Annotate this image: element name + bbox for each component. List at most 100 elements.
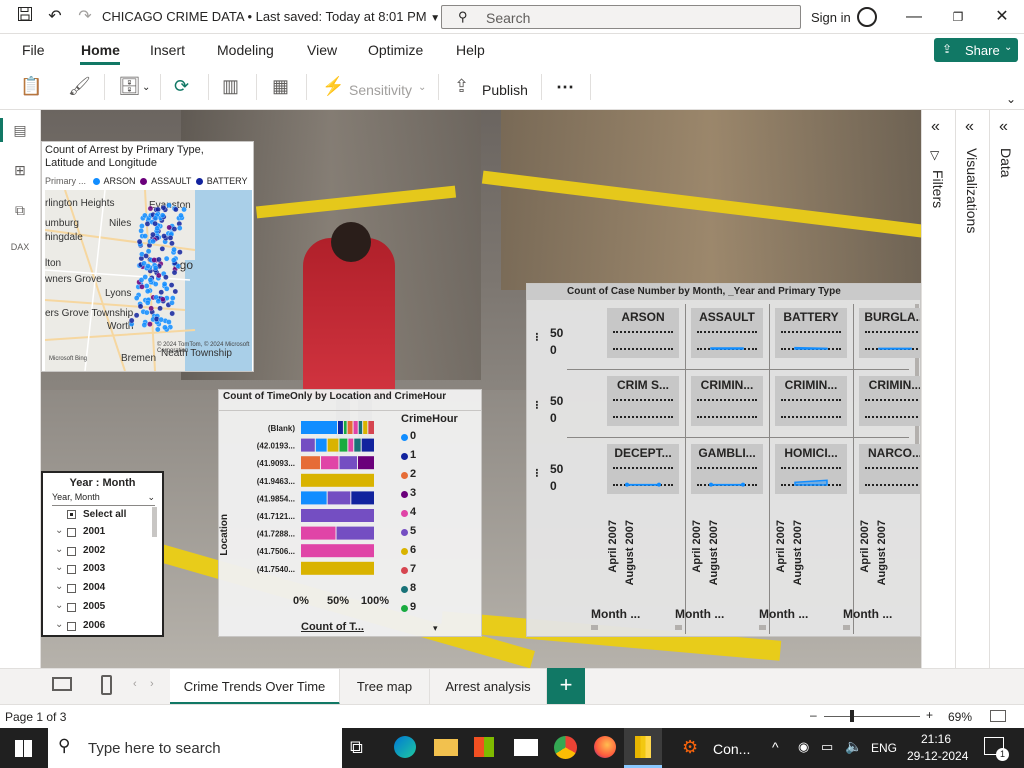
bar-segment[interactable] [353, 421, 358, 434]
menu-help[interactable]: Help [456, 42, 485, 58]
bar-plot[interactable]: (Blank) (42.0193... (41.9093... (41.9463...… [219, 412, 482, 637]
year-checkbox[interactable] [67, 565, 76, 575]
bar-segment[interactable] [327, 438, 339, 452]
bar-segment[interactable] [301, 421, 337, 434]
crime-point[interactable] [171, 226, 178, 232]
small-multiple-cell[interactable]: BURGLA... [859, 308, 920, 358]
bar-segment[interactable] [343, 421, 347, 434]
crime-point[interactable] [154, 225, 160, 232]
chevron-down-icon[interactable]: ⌄ [418, 82, 426, 93]
table-view-icon[interactable]: ⊞ [10, 162, 30, 182]
bar-segment[interactable] [338, 421, 343, 434]
crime-point[interactable] [136, 238, 143, 245]
crime-point[interactable] [145, 248, 152, 255]
data-pane[interactable]: « Data [989, 110, 1024, 668]
crime-point[interactable] [161, 233, 167, 239]
crime-point[interactable] [166, 319, 172, 325]
calculator-icon[interactable]: ▦ [272, 76, 289, 97]
redo-icon[interactable]: ↷ [74, 6, 96, 28]
store-icon[interactable] [474, 737, 494, 757]
crime-point[interactable] [139, 223, 145, 229]
crime-point[interactable] [152, 281, 159, 287]
taskbar-app-label[interactable]: Con... [713, 741, 750, 757]
connection-app-icon[interactable]: ⚙ [682, 737, 698, 758]
mobile-layout-icon[interactable] [101, 675, 112, 695]
data-point[interactable] [625, 482, 629, 487]
language-indicator[interactable]: ENG [871, 741, 897, 755]
tab-arrest-analysis[interactable]: Arrest analysis [430, 669, 547, 705]
crime-point[interactable] [178, 212, 184, 219]
windows-start-icon[interactable] [15, 740, 32, 757]
chevron-down-icon[interactable]: ⌄ [142, 82, 150, 93]
bar-segment[interactable] [301, 491, 327, 505]
crime-point[interactable] [133, 312, 140, 319]
sign-in-link[interactable]: Sign in [811, 10, 851, 25]
edge-icon[interactable] [394, 736, 416, 758]
crime-point[interactable] [141, 322, 148, 328]
legend-item-hour[interactable]: 1 [410, 449, 416, 461]
axis-scroll-handle[interactable] [591, 625, 598, 630]
clock-date[interactable]: 29-12-2024 [907, 749, 968, 763]
crime-point[interactable] [143, 253, 149, 259]
publish-button[interactable]: Publish [482, 82, 528, 98]
expand-icon[interactable]: « [931, 118, 940, 136]
crime-point[interactable] [128, 317, 135, 324]
legend-item-hour[interactable]: 6 [410, 544, 416, 556]
new-visual-icon[interactable]: ▥ [222, 76, 239, 97]
bar-segment[interactable] [347, 421, 353, 434]
crime-point[interactable] [150, 238, 156, 245]
crime-point[interactable] [155, 326, 161, 333]
crime-point[interactable] [159, 212, 166, 219]
small-multiple-cell[interactable]: HOMICI... [775, 444, 847, 494]
search-box[interactable]: ⚲ Search [441, 5, 801, 29]
account-icon[interactable] [857, 7, 877, 27]
small-multiple-cell[interactable]: ARSON [607, 308, 679, 358]
crime-point[interactable] [133, 295, 140, 301]
crime-point[interactable] [161, 281, 168, 287]
bar-segment[interactable] [368, 421, 374, 434]
select-all-checkbox[interactable] [67, 510, 76, 519]
tab-tree-map[interactable]: Tree map [340, 669, 430, 705]
crime-point[interactable] [156, 272, 162, 279]
legend-item-hour[interactable]: 5 [410, 525, 416, 537]
share-button[interactable]: ⇪ Share ⌄ [934, 38, 1018, 62]
zoom-out-icon[interactable]: – [810, 708, 817, 722]
bar-segment[interactable] [339, 456, 357, 470]
expand-icon[interactable]: « [999, 118, 1008, 136]
axis-scroll-handle[interactable] [759, 625, 766, 630]
expand-year-icon[interactable]: ⌄ [55, 525, 63, 536]
bar-segment[interactable] [301, 456, 320, 470]
crime-point[interactable] [155, 298, 162, 304]
menu-insert[interactable]: Insert [150, 42, 185, 58]
zoom-slider[interactable] [824, 716, 920, 717]
crime-point[interactable] [167, 235, 174, 241]
legend-item-hour[interactable]: 8 [410, 582, 416, 594]
expand-year-icon[interactable]: ⌄ [55, 600, 63, 611]
year-checkbox[interactable] [67, 602, 76, 612]
report-view-icon[interactable]: ▤ [10, 122, 30, 142]
menu-file[interactable]: File [22, 42, 45, 58]
crime-point[interactable] [162, 324, 168, 331]
crime-point[interactable] [145, 299, 151, 306]
get-data-icon[interactable]: 🗄 [118, 76, 141, 97]
chrome-icon[interactable] [554, 736, 577, 759]
legend-item-assault[interactable]: ASSAULT [151, 176, 191, 186]
small-multiple-cell[interactable]: ASSAULT [691, 308, 763, 358]
crime-point[interactable] [144, 221, 151, 227]
small-multiple-cell[interactable]: CRIMIN... [775, 376, 847, 426]
case-count-small-multiples[interactable]: Count of Case Number by Month, _Year and… [526, 283, 921, 637]
sensitivity-icon[interactable]: ⚡ [322, 76, 344, 97]
more-options-icon[interactable]: ⁝ [535, 330, 539, 344]
scroll-down-icon[interactable]: ▾ [433, 623, 438, 634]
bar-segment[interactable] [301, 509, 374, 522]
bar-segment[interactable] [320, 456, 339, 470]
taskbar-search[interactable]: ⚲ Type here to search ⛸ [48, 728, 342, 768]
report-canvas[interactable]: Count of Arrest by Primary Type, Latitud… [41, 110, 921, 668]
zoom-in-icon[interactable]: + [926, 708, 933, 722]
minimize-icon[interactable]: — [903, 6, 925, 28]
crime-point[interactable] [139, 284, 145, 290]
dax-query-icon[interactable]: DAX [10, 242, 30, 262]
crime-point[interactable] [145, 263, 151, 269]
small-multiple-cell[interactable]: NARCO... [859, 444, 920, 494]
powerbi-taskbar-button[interactable] [624, 728, 662, 768]
